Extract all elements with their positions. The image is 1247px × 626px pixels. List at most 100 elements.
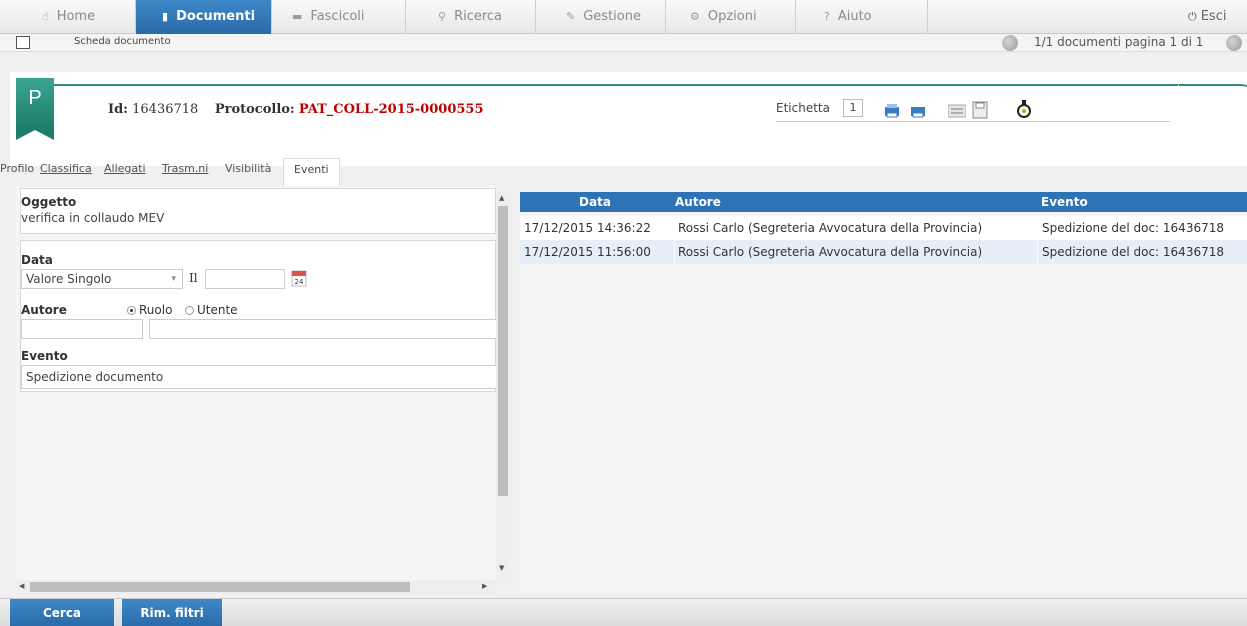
power-icon: ⏻ — [1188, 10, 1197, 23]
stamp-icon[interactable] — [1016, 99, 1032, 119]
search-icon: ⚲ — [438, 10, 447, 23]
filter-panel-vertical-scrollbar[interactable]: ▲ ▼ — [496, 192, 510, 582]
breadcrumb-bar: Scheda documento 1/1 documenti pagina 1 … — [0, 34, 1247, 52]
tab-profilo[interactable]: Profilo — [0, 162, 34, 175]
row-evento-cell: Spedizione del doc: 16436718 — [1042, 221, 1224, 235]
tab-eventi[interactable]: Eventi — [283, 158, 340, 186]
scroll-left-icon[interactable]: ◀ — [19, 582, 24, 590]
calendar-icon[interactable]: 24 — [291, 269, 307, 287]
filters-box: Data Valore Singolo ▾ Il 24 Autore Ruolo… — [20, 240, 501, 392]
breadcrumb: Scheda documento — [74, 36, 171, 47]
help-icon: ? — [824, 10, 830, 23]
radio-utente[interactable]: Utente — [185, 303, 238, 317]
next-page-icon[interactable] — [1226, 35, 1242, 51]
data-label: Data — [21, 253, 53, 267]
column-header-autore[interactable]: Autore — [675, 192, 1035, 212]
etichetta-count-field[interactable]: 1 — [843, 99, 863, 117]
nav-fascicoli[interactable]: ▬ Fascicoli — [272, 0, 406, 34]
bottom-action-bar: Cerca Rim. filtri — [0, 598, 1247, 626]
document-card-icon — [16, 36, 30, 49]
nav-opzioni[interactable]: ⚙ Opzioni — [666, 0, 796, 34]
card-accent-line — [18, 84, 1178, 86]
card-accent-curve — [1178, 84, 1247, 154]
nav-home-label: Home — [56, 9, 96, 24]
nav-opzioni-label: Opzioni — [707, 9, 757, 24]
document-icon: ▮ — [162, 10, 169, 23]
id-label: Id: — [108, 102, 128, 117]
document-tabs: Profilo Classifica Allegati Trasm.ni Vis… — [0, 158, 1247, 186]
previous-page-icon[interactable] — [1002, 35, 1018, 51]
document-id-line: Id: 16436718 Protocollo: PAT_COLL-2015-0… — [108, 102, 484, 117]
autore-label: Autore — [21, 303, 67, 317]
tab-trasmissioni[interactable]: Trasm.ni — [162, 162, 208, 175]
top-navigation-bar: ☝ Home ▮ Documenti ▬ Fascicoli ⚲ Ricerca ✎ Ge… — [0, 0, 1247, 34]
tab-visibilita[interactable]: Visibilità — [225, 162, 271, 175]
protocol-value: PAT_COLL-2015-0000555 — [298, 102, 484, 117]
oggetto-value: verifica in collaudo MEV — [21, 211, 165, 225]
events-table: Data Autore Evento 17/12/2015 14:36:22 R… — [520, 192, 1247, 592]
cerca-button[interactable]: Cerca — [10, 599, 114, 626]
nav-aiuto[interactable]: ? Aiuto — [796, 0, 928, 34]
nav-home[interactable]: ☝ Home — [0, 0, 136, 34]
nav-aiuto-label: Aiuto — [837, 9, 872, 24]
nav-ricerca[interactable]: ⚲ Ricerca — [406, 0, 536, 34]
scroll-down-icon[interactable]: ▼ — [499, 564, 504, 572]
evento-value: Spedizione documento — [26, 370, 164, 384]
filter-panel-horizontal-scrollbar[interactable]: ◀ ▶ — [16, 580, 496, 594]
protocol-label: Protocollo: — [214, 102, 295, 117]
id-value: 16436718 — [132, 102, 199, 117]
chevron-down-icon: ▾ — [171, 274, 176, 284]
evento-input[interactable]: Spedizione documento — [21, 365, 501, 389]
print-label-icon[interactable] — [884, 104, 900, 118]
print-receipt-icon[interactable] — [910, 104, 926, 118]
radio-ruolo-label: Ruolo — [139, 303, 173, 317]
list-icon[interactable] — [948, 104, 966, 118]
home-icon: ☝ — [42, 10, 49, 23]
nav-gestione[interactable]: ✎ Gestione — [536, 0, 666, 34]
filter-panel: Oggetto verifica in collaudo MEV Data Va… — [16, 186, 501, 582]
row-data-cell: 17/12/2015 14:36:22 — [524, 216, 675, 240]
radio-ruolo-button[interactable] — [127, 306, 136, 315]
scroll-right-icon[interactable]: ▶ — [482, 582, 487, 590]
etichetta-label: Etichetta — [776, 101, 830, 115]
table-header: Data Autore Evento — [520, 192, 1247, 212]
row-data-cell: 17/12/2015 11:56:00 — [524, 240, 675, 264]
oggetto-label: Oggetto — [21, 195, 77, 209]
evento-label: Evento — [21, 349, 68, 363]
vertical-scroll-thumb[interactable] — [498, 206, 508, 496]
tab-allegati[interactable]: Allegati — [104, 162, 146, 175]
card-separator — [776, 121, 1170, 122]
nav-gestione-label: Gestione — [583, 9, 641, 24]
data-type-select[interactable]: Valore Singolo ▾ — [21, 269, 183, 289]
scroll-up-icon[interactable]: ▲ — [499, 194, 504, 202]
rimuovi-filtri-button[interactable]: Rim. filtri — [122, 599, 222, 626]
table-row[interactable]: 17/12/2015 11:56:00 Rossi Carlo (Segrete… — [520, 240, 1247, 264]
column-header-data[interactable]: Data — [520, 192, 670, 212]
horizontal-scroll-thumb[interactable] — [30, 582, 410, 592]
radio-utente-label: Utente — [197, 303, 238, 317]
radio-utente-button[interactable] — [185, 306, 194, 315]
nav-esci[interactable]: ⏻ Esci — [1178, 0, 1247, 34]
autore-description-input[interactable] — [149, 319, 501, 339]
autore-code-input[interactable] — [21, 319, 143, 339]
tab-classifica[interactable]: Classifica — [40, 162, 92, 175]
protocol-type-badge: P — [16, 78, 54, 140]
folder-icon: ▬ — [292, 10, 303, 23]
svg-text:24: 24 — [295, 278, 304, 286]
save-icon[interactable] — [972, 101, 988, 119]
row-evento-cell: Spedizione del doc: 16436718 — [1042, 245, 1224, 259]
data-il-label: Il — [189, 271, 198, 285]
data-type-value: Valore Singolo — [26, 272, 112, 286]
nav-esci-label: Esci — [1200, 9, 1227, 24]
pencil-icon: ✎ — [566, 10, 576, 23]
nav-documenti[interactable]: ▮ Documenti — [136, 0, 272, 34]
radio-ruolo[interactable]: Ruolo — [127, 303, 172, 317]
table-row[interactable]: 17/12/2015 14:36:22 Rossi Carlo (Segrete… — [520, 216, 1247, 240]
data-date-input[interactable] — [205, 269, 285, 289]
column-header-evento[interactable]: Evento — [1041, 192, 1247, 212]
oggetto-box: Oggetto verifica in collaudo MEV — [20, 188, 496, 234]
pagination-text: 1/1 documenti pagina 1 di 1 — [1034, 35, 1204, 49]
row-autore-cell: Rossi Carlo (Segreteria Avvocatura della… — [678, 240, 1038, 264]
nav-fascicoli-label: Fascicoli — [310, 9, 365, 24]
nav-documenti-label: Documenti — [176, 9, 256, 24]
